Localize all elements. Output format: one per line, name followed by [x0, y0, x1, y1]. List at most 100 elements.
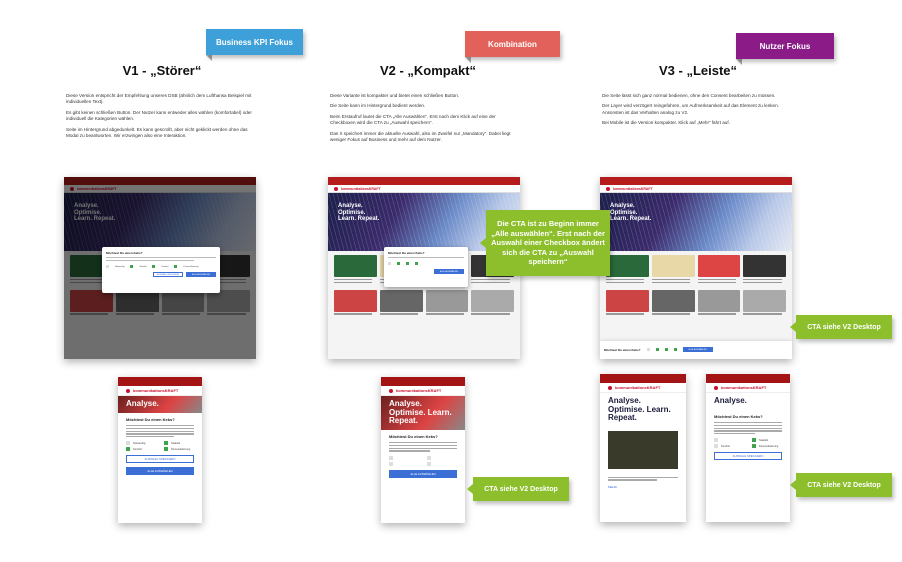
- tag-label: Nutzer Fokus: [759, 41, 811, 51]
- checkbox[interactable]: [388, 262, 391, 265]
- v3-desktop-mockup: kommunikationsKRAFT Analyse. Optimise. L…: [600, 177, 792, 359]
- checkbox[interactable]: [673, 348, 677, 351]
- hero-headline: Analyse. Optimise. Learn. Repeat.: [126, 400, 189, 409]
- logo-icon: [334, 186, 338, 191]
- checkbox-label: Komfort: [133, 447, 143, 451]
- site-topbar: [706, 374, 790, 383]
- checkbox[interactable]: [655, 348, 659, 351]
- site-logo: kommunikationsKRAFT: [721, 385, 767, 390]
- select-all-button[interactable]: ALLE AUSWÄHLEN: [389, 469, 457, 478]
- site-logo-bar: kommunikationsKRAFT: [118, 386, 202, 396]
- checkbox[interactable]: [174, 265, 178, 268]
- save-selection-button[interactable]: AUSWAHL SPEICHERN: [153, 272, 183, 277]
- v1-description: Diese Version entspricht der Empfehlung …: [66, 93, 256, 143]
- checkbox[interactable]: [415, 262, 418, 265]
- save-selection-button[interactable]: AUSWAHL SPEICHERN: [126, 455, 194, 464]
- site-topbar: [118, 377, 202, 386]
- hero-headline: Analyse. Optimise. Learn. Repeat.: [610, 203, 652, 222]
- logo-icon: [608, 385, 612, 390]
- checkbox[interactable]: [646, 348, 650, 351]
- v3-mobile-collapsed-mockup: kommunikationsKRAFT Analyse. Optimise. L…: [600, 374, 686, 522]
- site-logo-bar: kommunikationsKRAFT: [600, 383, 686, 393]
- v1-desktop-mockup: kommunikationsKRAFT Analyse. Optimise. L…: [64, 177, 256, 359]
- desc-paragraph: Die Seite kann im Hintergrund bedient we…: [330, 103, 426, 109]
- modal-title: Möchtest Du einen Keks?: [106, 251, 143, 255]
- article-grid: [600, 251, 792, 325]
- hero-headline: Analyse. Optimise. Learn. Repeat.: [608, 396, 671, 422]
- checkbox[interactable]: [164, 447, 168, 452]
- checkbox-label: Notwendig: [133, 441, 146, 445]
- v2-description: Diese Variante ist kompakter und bietet …: [330, 93, 520, 147]
- tag-label: Business KPI Fokus: [216, 37, 293, 47]
- select-all-button[interactable]: ALLE AUSWÄHLEN: [682, 347, 713, 352]
- checkbox[interactable]: [130, 265, 134, 268]
- checkbox[interactable]: [752, 438, 756, 443]
- site-topbar: [328, 177, 520, 185]
- nutzer-fokus-tag: Nutzer Fokus: [736, 33, 834, 65]
- site-logo: kommunikationsKRAFT: [613, 186, 653, 191]
- note-text: Die CTA ist zu Beginn immer „Alle auswäh…: [491, 219, 605, 267]
- cta-explanation-note: Die CTA ist zu Beginn immer „Alle auswäh…: [480, 210, 610, 276]
- select-all-button[interactable]: ALLE AUSWÄHLEN: [186, 272, 216, 277]
- v2-title: V2 - „Kompakt“: [379, 63, 477, 78]
- site-nav: kommunikationsKRAFT: [328, 185, 520, 193]
- checkbox-label: Personalisierung: [759, 444, 779, 448]
- desc-paragraph: Es gibt keinen schließen Button. Der Nut…: [66, 109, 252, 122]
- checkbox-label: Statistik: [171, 441, 181, 445]
- checkbox[interactable]: [126, 441, 130, 446]
- bar-title: Möchtest Du einen Keks?: [604, 347, 641, 352]
- checkbox[interactable]: [406, 262, 409, 265]
- v3-description: Die Seite lässt sich ganz normal bediene…: [602, 93, 792, 131]
- checkbox[interactable]: [389, 455, 393, 460]
- checkbox[interactable]: [397, 262, 400, 265]
- hero-image: [608, 430, 678, 469]
- select-all-button[interactable]: ALLE AUSWÄHLEN: [434, 269, 464, 274]
- checkbox-label: Statistik: [139, 265, 147, 268]
- checkbox[interactable]: [152, 265, 156, 268]
- tag-label: Kombination: [488, 39, 537, 49]
- cookie-panel: Möchtest Du einen Keks? ALLE AUSWÄHLEN: [381, 430, 465, 482]
- site-hero: Analyse. Optimise. Learn. Repeat.: [118, 396, 202, 413]
- checkbox[interactable]: [752, 444, 756, 449]
- kombination-tag: Kombination: [465, 31, 560, 63]
- checkbox-label: Komfort: [161, 265, 169, 268]
- desc-paragraph: Seite im Hintergrund abgedunkelt. Es kan…: [66, 126, 248, 139]
- checkbox-label: Komfort: [721, 444, 731, 448]
- logo-icon: [389, 388, 393, 393]
- checkbox-label: Personalisierung: [171, 447, 191, 451]
- presentation-slide: Business KPI Fokus Kombination Nutzer Fo…: [0, 0, 902, 562]
- desc-paragraph: Bei Mobile ist die Version kompakter. Kl…: [602, 120, 730, 126]
- desc-paragraph: Diese Variante ist kompakter und bietet …: [330, 93, 460, 98]
- site-topbar: [600, 374, 686, 383]
- site-logo: kommunikationsKRAFT: [341, 186, 381, 191]
- checkbox-label: Notwendig: [115, 265, 125, 268]
- select-all-button[interactable]: ALLE AUSWÄHLEN: [126, 467, 194, 476]
- checkbox[interactable]: [714, 444, 718, 449]
- site-hero: Analyse. Optimise. Learn. Repeat.: [600, 193, 792, 251]
- v2-mobile-mockup: kommunikationsKRAFT Analyse. Optimise. L…: [381, 377, 465, 523]
- hero-headline: Analyse. Optimise. Learn. Repeat.: [714, 397, 777, 406]
- desc-paragraph: Diese Version entspricht der Empfehlung …: [66, 93, 252, 105]
- checkbox[interactable]: [106, 265, 109, 268]
- checkbox[interactable]: [389, 461, 393, 466]
- site-logo: kommunikationsKRAFT: [396, 388, 442, 393]
- checkbox[interactable]: [164, 441, 168, 446]
- note-text: CTA siehe V2 Desktop: [807, 481, 881, 489]
- modal-title: Möchtest Du einen Keks?: [714, 414, 763, 419]
- logo-icon: [606, 186, 610, 191]
- desc-paragraph: Beim Erstaufruf lautet die CTA „Alle Aus…: [330, 113, 496, 126]
- save-selection-button[interactable]: AUSWAHL SPEICHERN: [714, 452, 782, 461]
- checkbox[interactable]: [427, 455, 431, 460]
- checkbox[interactable]: [126, 447, 130, 452]
- desc-paragraph: Das X speichert immer die aktuelle Auswa…: [330, 130, 511, 143]
- more-link[interactable]: MEHR: [608, 485, 678, 489]
- checkbox[interactable]: [664, 348, 668, 351]
- cookie-bar: Möchtest Du einen Keks? ALLE AUSWÄHLEN: [600, 341, 792, 359]
- cookie-modal: Möchtest Du einen Keks? Notwendig Statis…: [102, 247, 220, 293]
- v1-mobile-mockup: kommunikationsKRAFT Analyse. Optimise. L…: [118, 377, 202, 523]
- checkbox[interactable]: [427, 461, 431, 466]
- checkbox[interactable]: [714, 438, 718, 443]
- site-topbar: [381, 377, 465, 386]
- logo-icon: [126, 388, 130, 393]
- site-logo: kommunikationsKRAFT: [615, 385, 661, 390]
